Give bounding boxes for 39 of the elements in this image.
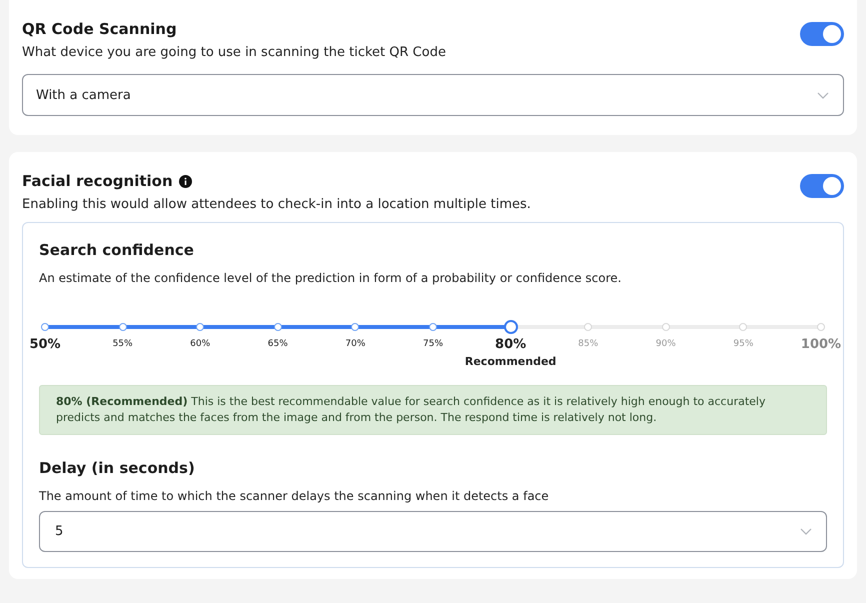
section-title: Facial recognition <box>22 172 173 190</box>
tick-label: 100% <box>800 337 842 352</box>
section-description: What device you are going to use in scanning the ticket QR Code <box>22 45 446 60</box>
info-icon[interactable] <box>178 174 192 188</box>
tick-label: 50% <box>29 337 61 352</box>
slider-tick[interactable] <box>118 323 127 331</box>
subsection-description: The amount of time to which the scanner delays the scanning when it detects a face <box>39 489 550 503</box>
subsection-title: Search confidence <box>39 241 195 259</box>
toggle-switch[interactable] <box>800 22 844 46</box>
slider-tick[interactable] <box>274 323 282 331</box>
tick-label: 70% <box>345 339 366 349</box>
dropdown-field[interactable]: With a camera <box>22 74 844 116</box>
slider-tick[interactable] <box>351 323 360 331</box>
slider-tick[interactable] <box>429 323 437 331</box>
slider-tick[interactable] <box>817 323 825 331</box>
dropdown-field[interactable]: 5 <box>39 511 827 552</box>
tick-label: 55% <box>112 339 133 349</box>
toggle-switch[interactable] <box>800 174 844 198</box>
tick-label: 95% <box>733 339 754 349</box>
slider-thumb[interactable] <box>504 320 518 334</box>
chevron-down-icon <box>817 92 829 98</box>
tick-label: 80% <box>495 337 526 352</box>
tick-label: 60% <box>190 339 210 349</box>
info-message: 80% (Recommended) This is the best recommendable value for search confidence as it is relatively high enough to accurately predicts and matches the faces from the image and from the person. The respond time is relatively not long. <box>39 385 827 435</box>
tick-label: 65% <box>268 339 288 349</box>
tick-label: 90% <box>656 339 676 349</box>
chevron-down-icon <box>800 528 812 535</box>
section-description: Enabling this would allow attendees to check-in into a location multiple times. <box>22 197 531 212</box>
tick-label: 85% <box>578 339 598 349</box>
subsection-title: Delay (in seconds) <box>39 459 196 477</box>
section-title: QR Code Scanning <box>22 20 178 38</box>
slider-tick[interactable] <box>739 323 748 331</box>
subsection-description: An estimate of the confidence level of the prediction in form of a probability or confidence score. <box>39 271 622 285</box>
slider-tick[interactable] <box>584 323 592 331</box>
slider-tick[interactable] <box>662 323 670 331</box>
tick-label: 75% <box>423 339 443 349</box>
slider-tick[interactable] <box>196 323 204 331</box>
tick-note: Recommended <box>464 355 556 368</box>
slider-tick[interactable] <box>41 323 49 331</box>
